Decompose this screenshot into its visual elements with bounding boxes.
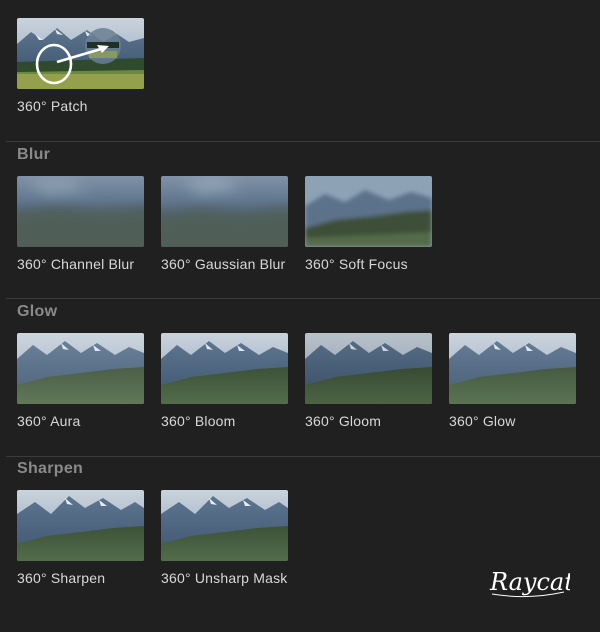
glow-thumbnail-image bbox=[305, 333, 432, 404]
glow-thumbnail-icon[interactable] bbox=[449, 333, 576, 404]
patch-thumbnail-icon[interactable] bbox=[17, 18, 144, 89]
blur-thumbnail-image bbox=[161, 176, 288, 247]
sharpen-thumbnail-image bbox=[161, 490, 288, 561]
raycat-watermark-logo: Raycat bbox=[488, 562, 574, 604]
blur-thumbnail-icon[interactable] bbox=[17, 176, 144, 247]
effects-browser: 360° Patch Blur 360° Channel Blur 360° G… bbox=[0, 0, 600, 632]
sharpen-thumbnail-icon[interactable] bbox=[161, 490, 288, 561]
glow-thumbnail-icon[interactable] bbox=[17, 333, 144, 404]
section-divider bbox=[6, 141, 600, 142]
glow-thumbnail-icon[interactable] bbox=[161, 333, 288, 404]
svg-text:Raycat: Raycat bbox=[489, 568, 570, 596]
section-title-glow: Glow bbox=[17, 303, 58, 320]
soft-focus-thumbnail-image bbox=[305, 176, 432, 247]
patch-thumbnail-image bbox=[17, 18, 144, 89]
effect-label: 360° Channel Blur bbox=[17, 256, 135, 272]
sharpen-thumbnail-icon[interactable] bbox=[17, 490, 144, 561]
effect-label: 360° Sharpen bbox=[17, 570, 106, 586]
effect-label: 360° Bloom bbox=[161, 413, 236, 429]
raycat-logo-icon: Raycat bbox=[489, 568, 574, 598]
glow-thumbnail-icon[interactable] bbox=[305, 333, 432, 404]
glow-thumbnail-image bbox=[449, 333, 576, 404]
glow-thumbnail-image bbox=[161, 333, 288, 404]
soft-focus-thumbnail-icon[interactable] bbox=[305, 176, 432, 247]
effect-label: 360° Patch bbox=[17, 98, 88, 114]
section-title-blur: Blur bbox=[17, 146, 51, 163]
section-divider bbox=[6, 298, 600, 299]
section-divider bbox=[6, 456, 600, 457]
effect-label: 360° Glow bbox=[449, 413, 516, 429]
effect-label: 360° Aura bbox=[17, 413, 81, 429]
blur-thumbnail-image bbox=[17, 176, 144, 247]
effect-label: 360° Gaussian Blur bbox=[161, 256, 286, 272]
glow-thumbnail-image bbox=[17, 333, 144, 404]
section-title-sharpen: Sharpen bbox=[17, 460, 84, 477]
blur-thumbnail-icon[interactable] bbox=[161, 176, 288, 247]
sharpen-thumbnail-image bbox=[17, 490, 144, 561]
effect-label: 360° Soft Focus bbox=[305, 256, 408, 272]
effect-label: 360° Gloom bbox=[305, 413, 382, 429]
effect-label: 360° Unsharp Mask bbox=[161, 570, 288, 586]
